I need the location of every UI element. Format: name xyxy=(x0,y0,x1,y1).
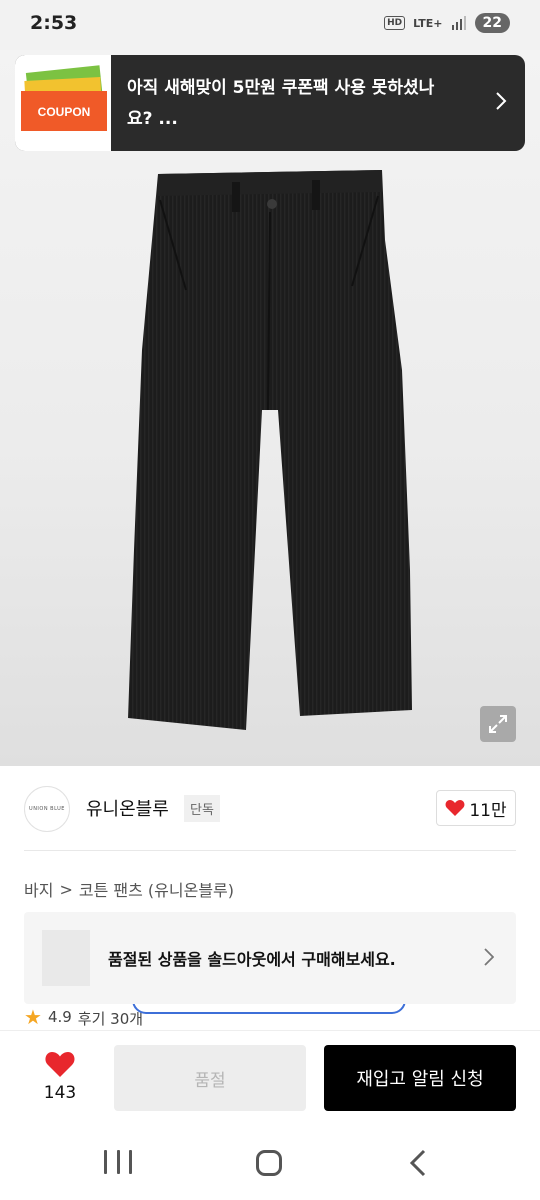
signal-icon xyxy=(451,16,466,30)
review-count: 후기 30개 xyxy=(77,1010,144,1028)
chevron-right-icon xyxy=(484,948,494,966)
chevron-right-icon xyxy=(496,92,507,110)
recent-apps-icon xyxy=(104,1150,107,1174)
soldout-message: 품절된 상품을 솔드아웃에서 구매해보세요. xyxy=(108,950,396,969)
hd-icon: HD xyxy=(384,16,406,30)
battery-icon: 22 xyxy=(474,13,510,33)
heart-icon xyxy=(445,800,465,816)
wishlist-button[interactable]: 143 xyxy=(30,1049,90,1109)
exclusive-badge: 단독 xyxy=(184,795,220,822)
brand-like-count: 11만 xyxy=(469,800,507,821)
breadcrumb-category[interactable]: 바지 xyxy=(24,877,53,901)
back-button[interactable] xyxy=(408,1148,428,1178)
expand-icon xyxy=(489,715,507,733)
pants-image xyxy=(128,170,412,730)
coupon-message: 아직 새해맞이 5만원 쿠폰팩 사용 못하셨나요? ... xyxy=(127,78,435,129)
brand-name[interactable]: 유니온블루 xyxy=(86,795,169,821)
status-bar: 2:53 HD LTE+ 22 xyxy=(0,0,540,50)
expand-image-button[interactable] xyxy=(480,706,516,742)
home-button[interactable] xyxy=(256,1150,282,1176)
brand-row: UNION BLUE 유니온블루 단독 11만 xyxy=(24,786,516,832)
rating-score: 4.9 xyxy=(47,1008,72,1026)
divider xyxy=(24,850,516,851)
system-nav-bar xyxy=(0,1126,540,1200)
wishlist-count: 143 xyxy=(43,1083,77,1103)
coupon-thumbnail: COUPON xyxy=(15,55,111,151)
soldout-thumbnail xyxy=(42,930,90,986)
bottom-action-bar: 143 품절 재입고 알림 신청 xyxy=(0,1030,540,1126)
star-icon: ★ xyxy=(24,1008,42,1029)
coupon-badge-text: COUPON xyxy=(38,105,91,119)
breadcrumb-item[interactable]: 코튼 팬츠 (유니온블루) xyxy=(79,877,234,901)
soldout-banner[interactable]: 품절된 상품을 솔드아웃에서 구매해보세요. xyxy=(24,912,516,1004)
heart-icon xyxy=(45,1052,75,1077)
brand-like-button[interactable]: 11만 xyxy=(436,790,516,826)
breadcrumb: 바지 > 코튼 팬츠 (유니온블루) xyxy=(24,877,234,901)
soldout-button: 품절 xyxy=(114,1045,306,1111)
restock-alert-button[interactable]: 재입고 알림 신청 xyxy=(324,1045,516,1111)
lte-icon: LTE+ xyxy=(413,16,443,30)
recent-apps-button[interactable] xyxy=(104,1150,132,1174)
status-icons: HD LTE+ 22 xyxy=(384,13,510,33)
product-image[interactable] xyxy=(0,50,540,766)
coupon-text-area: 아직 새해맞이 5만원 쿠폰팩 사용 못하셨나요? ... xyxy=(111,55,525,151)
coupon-banner[interactable]: COUPON 아직 새해맞이 5만원 쿠폰팩 사용 못하셨나요? ... xyxy=(15,55,525,151)
breadcrumb-separator: > xyxy=(59,879,73,899)
brand-logo-text: UNION BLUE xyxy=(29,806,65,812)
coupon-ticket-icon: COUPON xyxy=(21,65,107,131)
rating-row[interactable]: ★ 4.9 후기 30개 xyxy=(24,1008,143,1030)
brand-logo[interactable]: UNION BLUE xyxy=(24,786,70,832)
status-time: 2:53 xyxy=(30,12,78,34)
